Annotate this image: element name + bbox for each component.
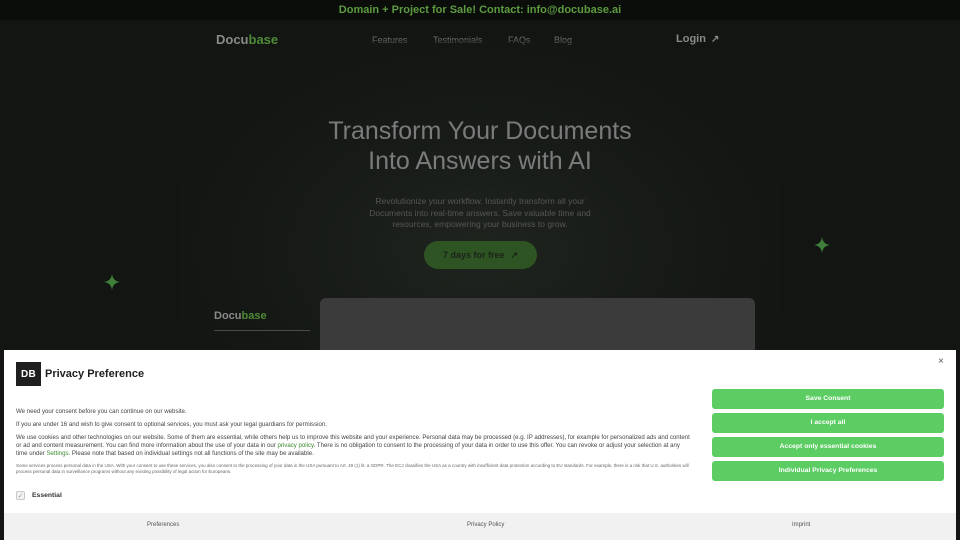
app-preview-panel — [320, 298, 755, 358]
dialog-footer: Preferences Privacy Policy Imprint — [4, 513, 956, 540]
consent-text: We need your consent before you can cont… — [16, 408, 692, 480]
preview-divider — [214, 330, 310, 331]
brand-badge: DB — [16, 362, 41, 386]
hero-title-line-1: Transform Your Documents — [328, 117, 632, 145]
free-trial-label: 7 days for free — [442, 250, 505, 260]
sparkle-icon — [814, 237, 830, 253]
hero-title-line-2: Into Answers with AI — [368, 147, 592, 175]
privacy-policy-footer-link[interactable]: Privacy Policy — [467, 522, 504, 528]
consent-buttons: Save Consent I accept all Accept only es… — [712, 389, 944, 485]
essential-label: Essential — [32, 492, 62, 499]
accept-all-button[interactable]: I accept all — [712, 413, 944, 433]
settings-link[interactable]: Settings — [46, 450, 68, 457]
preview-logo: Docubase — [214, 310, 267, 322]
sparkle-icon — [104, 274, 120, 290]
individual-preferences-button[interactable]: Individual Privacy Preferences — [712, 461, 944, 481]
privacy-consent-dialog: DB Privacy Preference × We need your con… — [4, 350, 956, 540]
close-icon[interactable]: × — [938, 356, 944, 367]
privacy-policy-link[interactable]: privacy policy — [278, 442, 314, 449]
imprint-link[interactable]: Imprint — [792, 522, 810, 528]
dialog-header: DB Privacy Preference — [16, 362, 144, 386]
sale-banner[interactable]: Domain + Project for Sale! Contact: info… — [0, 0, 960, 20]
checkbox-check-icon: ✓ — [17, 492, 24, 500]
dialog-title: Privacy Preference — [45, 368, 145, 380]
essential-checkbox[interactable]: ✓ — [16, 491, 25, 500]
accept-essential-button[interactable]: Accept only essential cookies — [712, 437, 944, 457]
arrow-up-right-icon: ↗ — [510, 250, 519, 260]
preview-logo-accent: base — [241, 310, 267, 322]
consent-paragraph-3-part-c: . Please note that based on individual s… — [68, 450, 314, 457]
usa-data-notice: Some services process personal data in t… — [16, 462, 689, 474]
consent-paragraph-3: We use cookies and other technologies on… — [16, 434, 692, 459]
consent-paragraph-2: If you are under 16 and wish to give con… — [16, 420, 327, 428]
save-consent-button[interactable]: Save Consent — [712, 389, 944, 409]
hero-title: Transform Your Documents Into Answers wi… — [240, 116, 720, 176]
free-trial-button[interactable]: 7 days for free ↗ — [424, 241, 537, 269]
essential-option: ✓ Essential — [16, 491, 62, 500]
preview-logo-main: Docu — [214, 310, 242, 322]
consent-paragraph-1: We need your consent before you can cont… — [16, 408, 187, 415]
preferences-link[interactable]: Preferences — [147, 522, 179, 528]
hero-subtitle: Revolutionize your workflow. Instantly t… — [369, 196, 591, 229]
